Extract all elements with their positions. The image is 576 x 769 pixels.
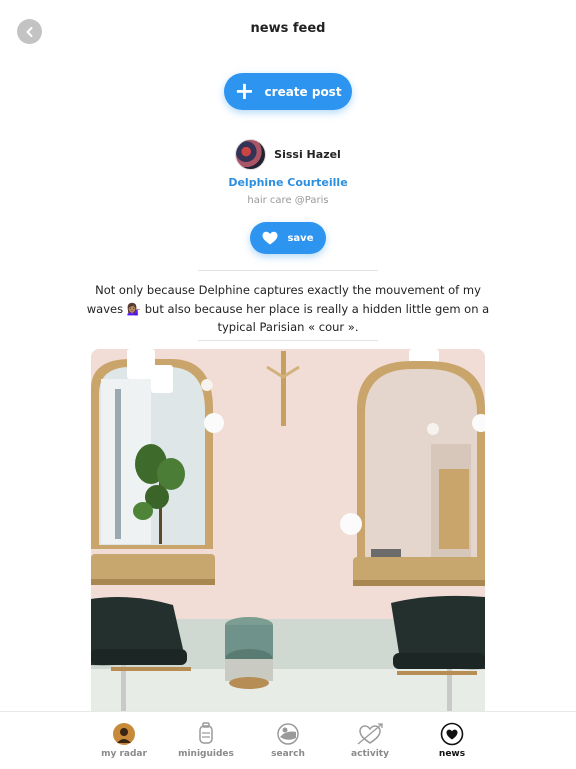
post-text: Not only because Delphine captures exact…: [86, 283, 490, 334]
news-heart-icon: [440, 722, 464, 746]
author-row[interactable]: Sissi Hazel: [0, 139, 576, 170]
tab-miniguides[interactable]: miniguides: [165, 712, 247, 769]
miniguides-icon: [199, 722, 213, 744]
create-post-button[interactable]: + create post: [224, 73, 352, 110]
post-image[interactable]: [91, 349, 485, 711]
salon-link[interactable]: Delphine Courteille: [0, 176, 576, 189]
tab-label: my radar: [101, 749, 147, 759]
activity-heart-icon: [357, 723, 383, 745]
search-map-icon: [277, 723, 299, 745]
tab-label: news: [438, 749, 466, 759]
save-button[interactable]: save: [250, 222, 326, 254]
tab-news[interactable]: news: [411, 712, 493, 769]
divider-bottom: [198, 340, 378, 341]
salon-meta: hair care @Paris: [247, 195, 329, 206]
salon-interior-illustration: [91, 349, 485, 711]
divider-top: [198, 270, 378, 271]
header: news feed: [0, 0, 576, 60]
page-title: news feed: [250, 21, 326, 36]
author-name[interactable]: Sissi Hazel: [274, 148, 341, 161]
save-label: save: [287, 232, 314, 244]
tab-label: activity: [351, 749, 389, 759]
tab-label: search: [271, 749, 305, 759]
avatar[interactable]: [235, 139, 267, 170]
create-post-label: create post: [264, 84, 342, 99]
radar-avatar-icon: [113, 723, 135, 745]
tab-search[interactable]: search: [247, 712, 329, 769]
tab-my-radar[interactable]: my radar: [83, 712, 165, 769]
plus-icon: +: [234, 76, 255, 105]
tab-label: miniguides: [178, 749, 234, 759]
heart-icon: [262, 231, 278, 245]
tab-activity[interactable]: activity: [329, 712, 411, 769]
tab-bar: my radar miniguides search activity news: [0, 711, 576, 769]
